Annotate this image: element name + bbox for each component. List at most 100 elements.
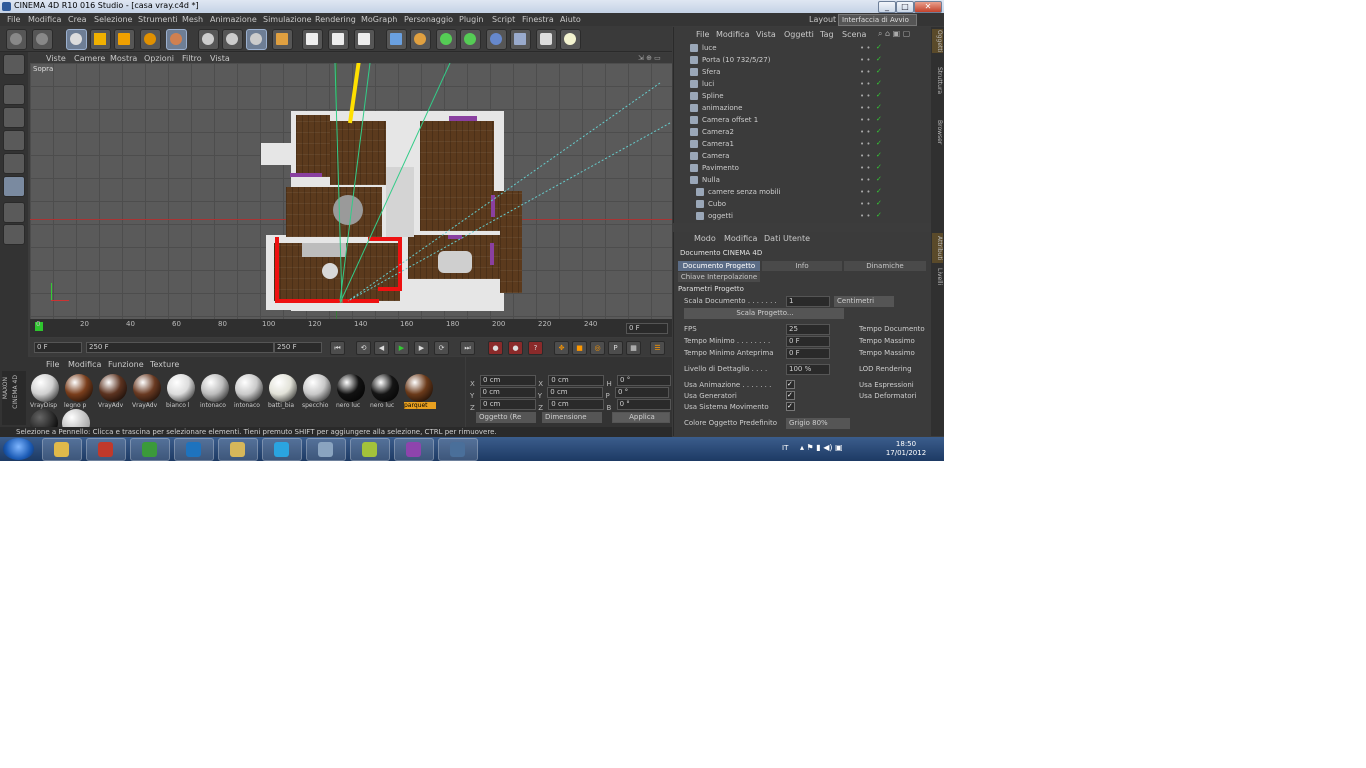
nurbs-button[interactable]: [436, 29, 457, 50]
move-tool[interactable]: [90, 29, 111, 50]
maximize-button[interactable]: □: [896, 1, 914, 13]
enabled-check-icon[interactable]: ✓: [876, 115, 882, 123]
material-swatch[interactable]: specchio: [302, 374, 332, 409]
play-button[interactable]: ▶: [394, 341, 409, 355]
min-time-field[interactable]: 0 F: [786, 336, 830, 347]
use-gen-checkbox[interactable]: ✓: [786, 391, 795, 400]
objmgr-menu-vista[interactable]: Vista: [756, 30, 776, 39]
coord-mode-select[interactable]: Oggetto (Re: [476, 412, 536, 423]
use-anim-checkbox[interactable]: ✓: [786, 380, 795, 389]
enabled-check-icon[interactable]: ✓: [876, 67, 882, 75]
viewport-nav-icons[interactable]: ⇲ ⊕ ▭: [638, 54, 661, 62]
material-swatch[interactable]: legno p: [64, 374, 94, 409]
current-frame-field[interactable]: 0 F: [626, 323, 668, 334]
attr-menu-modifica[interactable]: Modifica: [724, 234, 757, 243]
render-picture-viewer-button[interactable]: [354, 29, 375, 50]
visibility-dots[interactable]: • •: [860, 164, 870, 172]
visibility-dots[interactable]: • •: [860, 68, 870, 76]
record-button[interactable]: ●: [488, 341, 503, 355]
magnet-tool-button[interactable]: [3, 224, 25, 245]
size-x-field[interactable]: 0 cm: [548, 375, 605, 386]
object-row[interactable]: Nulla • • ✓: [682, 175, 922, 186]
visibility-dots[interactable]: • •: [860, 92, 870, 100]
media-app[interactable]: [394, 438, 434, 461]
object-mode-button[interactable]: [3, 176, 25, 197]
visibility-dots[interactable]: • •: [860, 56, 870, 64]
texture-mode-button[interactable]: [3, 107, 25, 128]
enabled-check-icon[interactable]: ✓: [876, 163, 882, 171]
key-position-button[interactable]: ✥: [554, 341, 569, 355]
use-move-checkbox[interactable]: ✓: [786, 402, 795, 411]
undo-button[interactable]: [6, 29, 27, 50]
autokey-button[interactable]: ●: [508, 341, 523, 355]
deformer-button[interactable]: [486, 29, 507, 50]
skype-app[interactable]: [262, 438, 302, 461]
size-z-field[interactable]: 0 cm: [548, 399, 605, 410]
previous-key-button[interactable]: ⟲: [356, 341, 371, 355]
make-editable-button[interactable]: [3, 54, 25, 75]
live-selection-tool[interactable]: [66, 29, 87, 50]
menu-selezione[interactable]: Selezione: [94, 15, 132, 24]
menu-modifica[interactable]: Modifica: [28, 15, 61, 24]
color-select[interactable]: Grigio 80%: [786, 418, 850, 429]
rotation-p-field[interactable]: 0 °: [614, 387, 669, 398]
scale-project-button[interactable]: Scala Progetto...: [684, 308, 844, 319]
material-swatch[interactable]: intonaco: [200, 374, 230, 409]
next-key-button[interactable]: ⟳: [434, 341, 449, 355]
puzzle-app[interactable]: [350, 438, 390, 461]
material-menu-texture[interactable]: Texture: [150, 360, 179, 369]
material-swatch[interactable]: VrayDisp: [30, 374, 60, 409]
key-scale-button[interactable]: ■: [572, 341, 587, 355]
min-preview-field[interactable]: 0 F: [786, 348, 830, 359]
object-row[interactable]: Camera2 • • ✓: [682, 127, 922, 138]
viewport-menu-vista[interactable]: Vista: [210, 54, 230, 63]
enabled-check-icon[interactable]: ✓: [876, 211, 882, 219]
material-swatch[interactable]: intonaco: [234, 374, 264, 409]
y-axis-lock[interactable]: [222, 29, 243, 50]
object-row[interactable]: Camera • • ✓: [682, 151, 922, 162]
key-parameter-button[interactable]: P: [608, 341, 623, 355]
enabled-check-icon[interactable]: ✓: [876, 199, 882, 207]
visibility-dots[interactable]: • •: [860, 200, 870, 208]
redo-button[interactable]: [32, 29, 53, 50]
enabled-check-icon[interactable]: ✓: [876, 151, 882, 159]
object-row[interactable]: luce • • ✓: [682, 43, 922, 54]
explorer-app[interactable]: [42, 438, 82, 461]
side-tab-livelli[interactable]: Livelli: [932, 267, 943, 287]
side-tab-attributi[interactable]: Attributi: [932, 233, 943, 263]
start-frame-field[interactable]: 0 F: [34, 342, 82, 353]
tab-info[interactable]: Info: [762, 261, 842, 271]
menu-finestra[interactable]: Finestra: [522, 15, 554, 24]
object-row[interactable]: oggetti • • ✓: [682, 211, 922, 222]
spline-button[interactable]: [410, 29, 431, 50]
viewport-menu-filtro[interactable]: Filtro: [182, 54, 202, 63]
object-row[interactable]: luci • • ✓: [682, 79, 922, 90]
visibility-dots[interactable]: • •: [860, 212, 870, 220]
layout-select[interactable]: Interfaccia di Avvio: [838, 14, 917, 26]
objmgr-menu-modifica[interactable]: Modifica: [716, 30, 749, 39]
object-row[interactable]: camere senza mobili • • ✓: [682, 187, 922, 198]
model-mode-button[interactable]: [3, 84, 25, 105]
side-tab-struttura[interactable]: Struttura: [932, 61, 943, 101]
rotation-b-field[interactable]: 0 °: [616, 399, 671, 410]
object-row[interactable]: Cubo • • ✓: [682, 199, 922, 210]
points-mode-button[interactable]: [3, 153, 25, 174]
menu-mograph[interactable]: MoGraph: [361, 15, 397, 24]
scale-tool[interactable]: [114, 29, 135, 50]
key-pla-button[interactable]: ▦: [626, 341, 641, 355]
viewport-menu-camere[interactable]: Camere: [74, 54, 105, 63]
position-x-field[interactable]: 0 cm: [480, 375, 537, 386]
size-mode-select[interactable]: Dimensione: [542, 412, 602, 423]
material-menu-file[interactable]: File: [46, 360, 59, 369]
go-to-start-button[interactable]: ⏮: [330, 341, 345, 355]
attr-menu-modo[interactable]: Modo: [694, 234, 716, 243]
menu-strumenti[interactable]: Strumenti: [138, 15, 178, 24]
menu-mesh[interactable]: Mesh: [182, 15, 203, 24]
folder-app[interactable]: [218, 438, 258, 461]
start-button[interactable]: [3, 438, 34, 460]
previous-frame-button[interactable]: ◀: [374, 341, 389, 355]
x-axis-lock[interactable]: [198, 29, 219, 50]
material-swatch[interactable]: VrayAdv: [98, 374, 128, 409]
visibility-dots[interactable]: • •: [860, 152, 870, 160]
language-indicator[interactable]: IT: [782, 444, 788, 452]
